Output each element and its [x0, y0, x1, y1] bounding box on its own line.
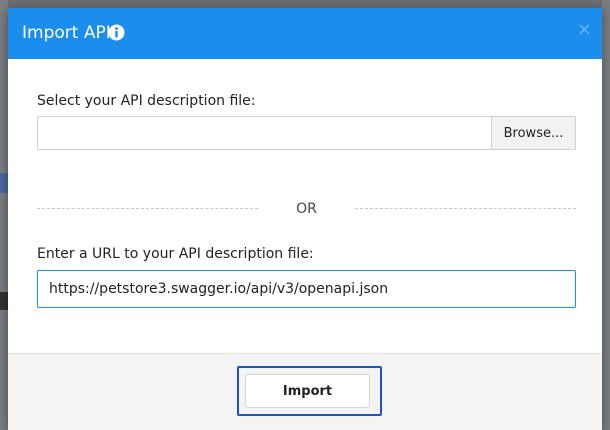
background-app-left-edge — [0, 0, 8, 430]
dialog-header: Import API × — [8, 8, 602, 59]
background-app-right-edge — [602, 0, 610, 430]
file-path-field[interactable] — [38, 117, 491, 149]
or-separator: OR — [296, 201, 317, 217]
url-input[interactable] — [37, 270, 576, 308]
browse-button[interactable]: Browse... — [491, 117, 575, 149]
background-text-fragment — [0, 292, 8, 310]
background-badge — [0, 173, 8, 193]
info-icon[interactable] — [108, 24, 125, 41]
divider-right — [355, 208, 576, 209]
import-button[interactable]: Import — [245, 374, 370, 408]
file-picker[interactable]: Browse... — [37, 116, 576, 150]
close-icon[interactable]: × — [577, 20, 592, 40]
import-button-focus-ring: Import — [237, 366, 382, 416]
file-section-label: Select your API description file: — [37, 93, 256, 109]
dialog-footer: Import — [8, 353, 602, 430]
url-section-label: Enter a URL to your API description file… — [37, 246, 314, 262]
dialog-title: Import API — [22, 23, 111, 43]
import-api-dialog: Import API × Select your API description… — [8, 8, 602, 430]
divider-left — [37, 208, 258, 209]
